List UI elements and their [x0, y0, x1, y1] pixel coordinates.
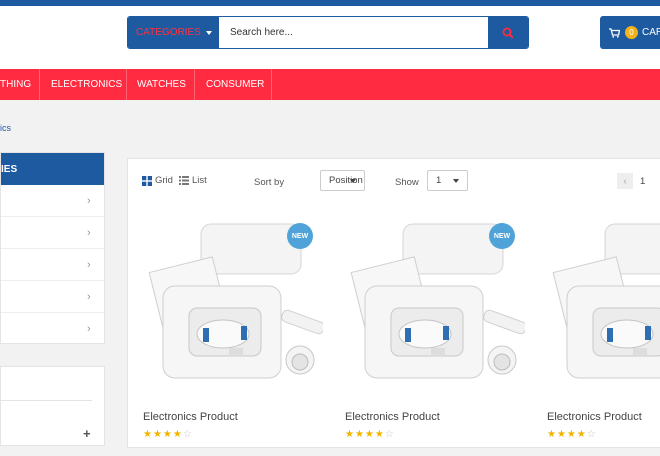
product-title[interactable]: Electronics Product	[143, 411, 238, 423]
nav-item-label: WATCHES	[137, 79, 186, 90]
cart-count-badge: 0	[625, 26, 638, 39]
sidebar-item[interactable]: ›	[1, 249, 104, 281]
categories-dropdown[interactable]: CATEGORIES	[128, 17, 219, 48]
show-select[interactable]: 1	[427, 170, 468, 191]
breadcrumb-current[interactable]: ics	[0, 123, 11, 133]
cart-label: CAR	[642, 27, 660, 38]
nav-item-label: THING	[0, 79, 32, 90]
chevron-right-icon: ›	[87, 259, 91, 271]
cart-icon	[609, 27, 620, 38]
page-number[interactable]: 1	[640, 176, 645, 187]
header: CATEGORIES 0 CAR	[0, 6, 660, 69]
chevron-down-icon	[206, 31, 212, 35]
main-nav: THING ELECTRONICS WATCHES CONSUMER	[0, 69, 660, 100]
sidebar-categories: IES › › › › ›	[0, 152, 105, 344]
nav-item-clothing[interactable]: THING	[0, 69, 40, 100]
chevron-right-icon: ›	[87, 291, 91, 303]
sidebar-item[interactable]: ›	[1, 217, 104, 249]
star-empty-icon: ☆	[384, 429, 395, 440]
star-empty-icon: ☆	[182, 429, 193, 440]
search-icon	[502, 27, 514, 39]
search-bar: CATEGORIES	[127, 16, 529, 49]
listing-toolbar: Grid List Sort by Position Show 1 ‹ 1	[128, 159, 660, 199]
expand-plus-icon[interactable]: +	[83, 426, 91, 441]
sidebar-item[interactable]: ›	[1, 281, 104, 313]
sidebar-title: IES	[1, 153, 104, 185]
product-image[interactable]	[547, 216, 660, 391]
product-card[interactable]: Electronics Product ★★★★☆	[532, 216, 660, 456]
sidebar-item[interactable]: ›	[1, 185, 104, 217]
product-title[interactable]: Electronics Product	[345, 411, 440, 423]
chevron-down-icon	[350, 179, 356, 183]
chevron-right-icon: ›	[87, 227, 91, 239]
show-value: 1	[436, 175, 442, 186]
product-card[interactable]: NEW Electronics Product ★★★★☆	[128, 216, 323, 456]
nav-item-electronics[interactable]: ELECTRONICS	[40, 69, 127, 100]
nav-item-consumer[interactable]: CONSUMER	[195, 69, 272, 100]
star-empty-icon: ☆	[586, 429, 597, 440]
new-badge: NEW	[489, 223, 515, 249]
list-view-toggle[interactable]: List	[179, 175, 207, 186]
new-badge: NEW	[287, 223, 313, 249]
nav-item-label: CONSUMER	[206, 79, 265, 90]
sidebar-filter: +	[0, 366, 105, 446]
chevron-right-icon: ›	[87, 323, 91, 335]
product-title[interactable]: Electronics Product	[547, 411, 642, 423]
grid-icon	[142, 175, 152, 186]
sort-select[interactable]: Position	[320, 170, 365, 191]
sidebar-title-label: IES	[1, 163, 18, 175]
list-label: List	[192, 175, 207, 186]
categories-label: CATEGORIES	[136, 27, 201, 38]
sort-value: Position	[329, 175, 363, 186]
search-button[interactable]	[488, 17, 528, 48]
nav-item-label: ELECTRONICS	[51, 79, 123, 90]
search-input[interactable]	[219, 17, 488, 48]
sort-label: Sort by	[254, 177, 285, 188]
product-listing: Grid List Sort by Position Show 1 ‹ 1 NE…	[127, 158, 660, 448]
chevron-right-icon: ›	[87, 195, 91, 207]
list-icon	[179, 176, 189, 185]
star-icon: ★★★★	[547, 429, 587, 440]
grid-label: Grid	[155, 175, 173, 186]
star-icon: ★★★★	[143, 429, 183, 440]
rating-stars: ★★★★☆	[547, 429, 597, 440]
grid-view-toggle[interactable]: Grid	[142, 175, 173, 186]
breadcrumb: ics	[0, 123, 11, 133]
chevron-left-icon: ‹	[623, 175, 627, 187]
pager-prev-button[interactable]: ‹	[617, 173, 633, 189]
sidebar-item[interactable]: ›	[1, 313, 104, 345]
nav-item-watches[interactable]: WATCHES	[127, 69, 195, 100]
rating-stars: ★★★★☆	[143, 429, 193, 440]
rating-stars: ★★★★☆	[345, 429, 395, 440]
product-card[interactable]: NEW Electronics Product ★★★★☆	[330, 216, 525, 456]
chevron-down-icon	[453, 179, 459, 183]
star-icon: ★★★★	[345, 429, 385, 440]
divider	[1, 400, 92, 401]
cart-button[interactable]: 0 CAR	[600, 16, 660, 49]
show-label: Show	[395, 177, 419, 188]
